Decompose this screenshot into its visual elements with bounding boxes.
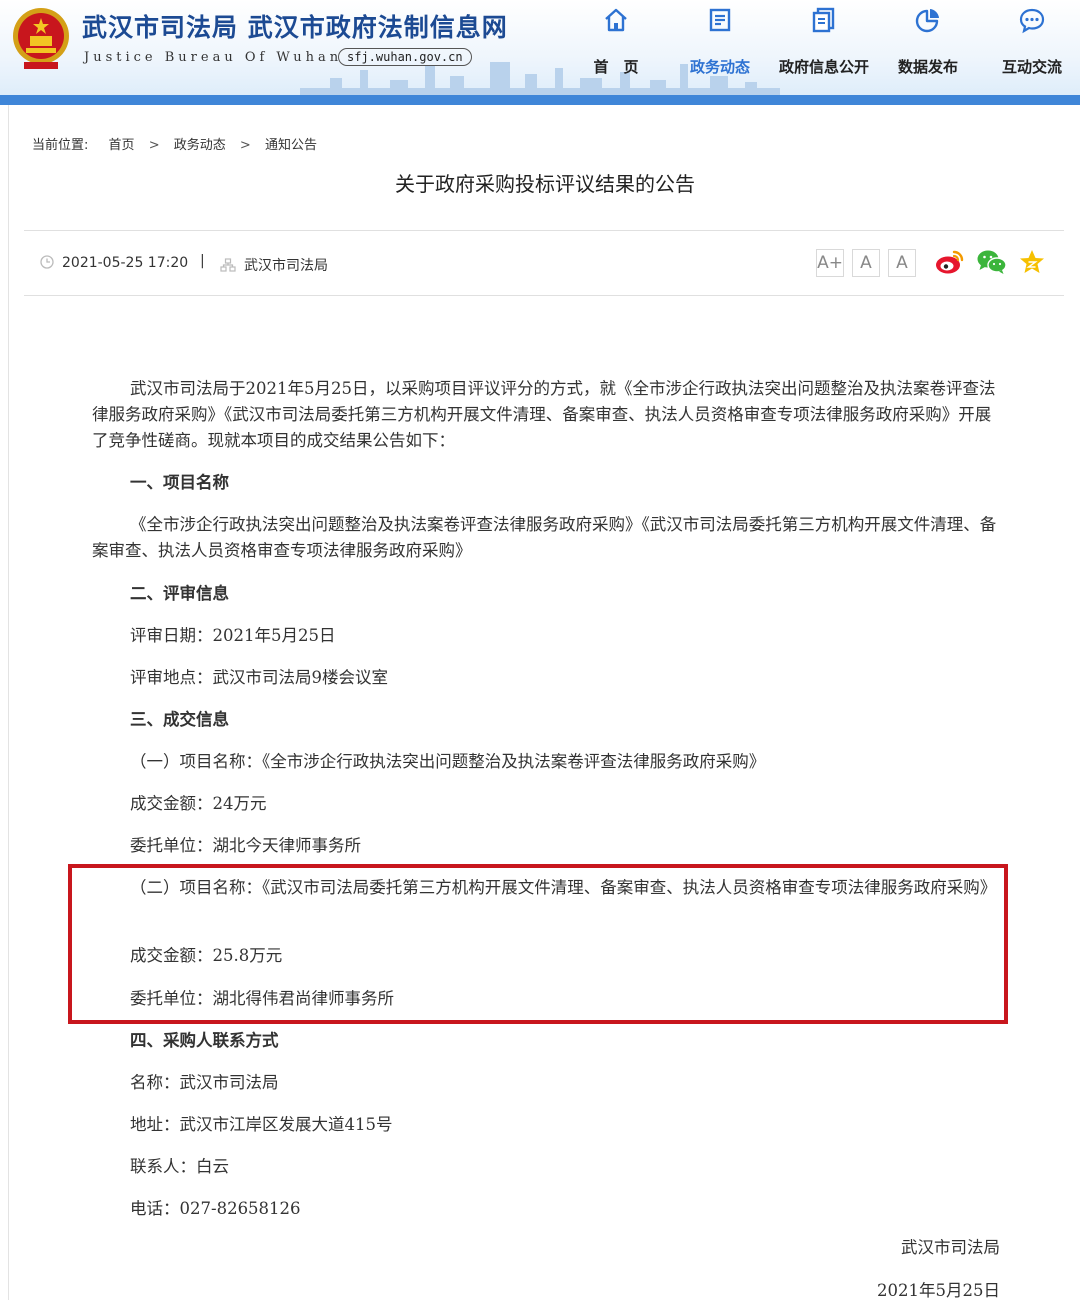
signature-date: 2021年5月25日 (877, 1281, 1000, 1300)
deal1-amount: 成交金额：24万元 (130, 794, 267, 813)
pie-chart-icon (915, 9, 939, 33)
publish-datetime: 2021-05-25 17:20 (40, 255, 188, 271)
organization-icon (220, 258, 236, 272)
nav-home-label: 首 页 (593, 58, 639, 76)
favorite-star-icon[interactable] (1018, 248, 1046, 276)
nav-interaction[interactable]: 互动交流 (980, 6, 1080, 86)
section-heading: 四、采购人联系方式 (130, 1031, 279, 1050)
nav-home[interactable]: 首 页 (564, 6, 668, 86)
red-highlight-box (68, 864, 1008, 1024)
font-size-small-button[interactable]: A (888, 249, 916, 277)
nav-interaction-label: 互动交流 (1001, 58, 1062, 76)
weibo-icon[interactable] (934, 248, 966, 276)
nav-government-news-label: 政务动态 (689, 58, 750, 76)
section-heading: 二、评审信息 (130, 584, 229, 603)
documents-icon (812, 7, 835, 33)
section-heading: 一、项目名称 (130, 473, 229, 492)
contact-person: 联系人：白云 (130, 1157, 229, 1176)
breadcrumb-news-link[interactable]: 政务动态 (174, 138, 226, 153)
publish-source: 武汉市司法局 (220, 255, 328, 275)
nav-data-release[interactable]: 数据发布 (876, 6, 980, 86)
header-accent-bar (0, 95, 1080, 105)
contact-address: 地址：武汉市江岸区发展大道415号 (130, 1115, 393, 1134)
breadcrumb-separator: > (148, 138, 160, 153)
nav-data-release-label: 数据发布 (897, 58, 958, 76)
project-names-paragraph: 《全市涉企行政执法突出问题整治及执法案卷评查法律服务政府采购》《武汉市司法局委托… (92, 515, 997, 560)
site-english-name: Justice Bureau Of Wuhan (84, 50, 343, 65)
nav-info-disclosure[interactable]: 政府信息公开 (772, 6, 876, 86)
signature-organization: 武汉市司法局 (901, 1238, 1000, 1257)
chat-bubble-icon (1019, 8, 1045, 34)
font-size-medium-button[interactable]: A (852, 249, 880, 277)
publish-source-text: 武汉市司法局 (244, 258, 328, 274)
breadcrumb-home-link[interactable]: 首页 (109, 138, 135, 153)
nav-info-disclosure-label: 政府信息公开 (778, 58, 869, 76)
site-url-badge: sfj.wuhan.gov.cn (338, 48, 472, 66)
site-header: 武汉市司法局 武汉市政府法制信息网 Justice Bureau Of Wuha… (0, 0, 1080, 100)
review-place: 评审地点：武汉市司法局9楼会议室 (130, 668, 388, 687)
publish-datetime-text: 2021-05-25 17:20 (62, 255, 189, 271)
national-emblem-logo (13, 8, 69, 69)
contact-phone: 电话：027-82658126 (130, 1199, 301, 1218)
section-heading: 三、成交信息 (130, 710, 229, 729)
breadcrumb-separator: > (239, 138, 251, 153)
home-icon (605, 8, 627, 32)
contact-name: 名称：武汉市司法局 (130, 1073, 279, 1092)
article-title: 关于政府采购投标评议结果的公告 (395, 172, 695, 196)
breadcrumb-notice-link[interactable]: 通知公告 (265, 138, 317, 153)
review-date: 评审日期：2021年5月25日 (130, 626, 336, 645)
deal1-unit: 委托单位：湖北今天律师事务所 (130, 836, 361, 855)
wechat-icon[interactable] (976, 248, 1008, 276)
breadcrumb: 当前位置: 首页 > 政务动态 > 通知公告 (32, 134, 325, 153)
intro-paragraph: 武汉市司法局于2021年5月25日，以采购项目评议评分的方式，就《全市涉企行政执… (92, 379, 996, 450)
article-meta-bar: 2021-05-25 17:20 | 武汉市司法局 A+ A A (24, 230, 1064, 296)
breadcrumb-prefix: 当前位置: (32, 138, 89, 153)
deal1-project-name: （一）项目名称：《全市涉企行政执法突出问题整治及执法案卷评查法律服务政府采购》 (130, 752, 766, 771)
meta-divider: | (200, 253, 205, 269)
font-size-large-button[interactable]: A+ (816, 249, 844, 277)
nav-government-news[interactable]: 政务动态 (668, 6, 772, 86)
site-title: 武汉市司法局 武汉市政府法制信息网 (82, 13, 508, 42)
news-icon (709, 8, 731, 32)
clock-icon (40, 255, 54, 269)
